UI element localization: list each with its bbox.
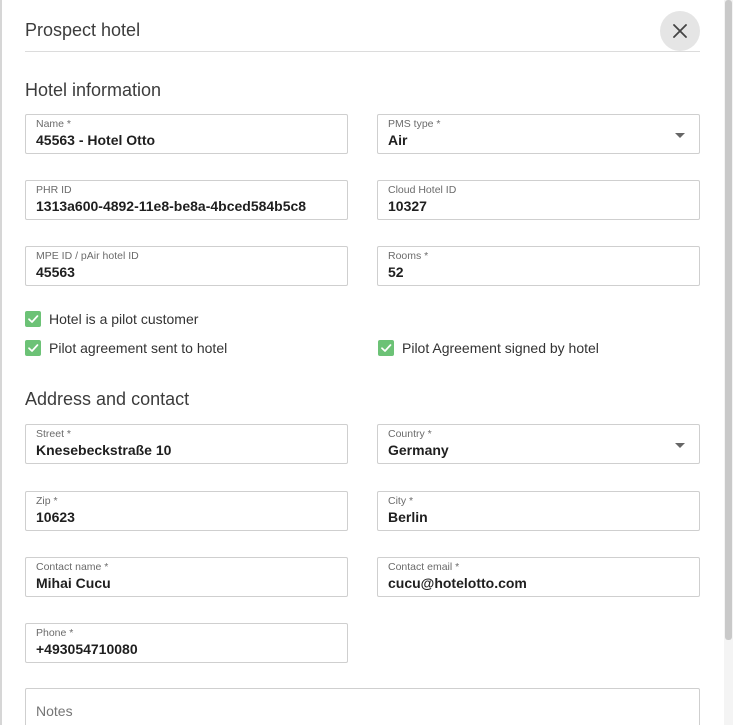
rooms-value[interactable]: 52 bbox=[388, 264, 404, 280]
chevron-down-icon[interactable] bbox=[675, 443, 685, 448]
section-title-address-and-contact: Address and contact bbox=[25, 389, 190, 409]
contact-name-field[interactable]: Contact name * Mihai Cucu bbox=[25, 557, 348, 597]
pms-type-label: PMS type * bbox=[388, 118, 441, 130]
contact-name-value[interactable]: Mihai Cucu bbox=[36, 575, 111, 591]
scrollbar[interactable] bbox=[724, 0, 733, 725]
checkbox-checked[interactable] bbox=[378, 340, 394, 356]
zip-value[interactable]: 10623 bbox=[36, 509, 75, 525]
phone-value[interactable]: +493054710080 bbox=[36, 641, 138, 657]
agreement-signed-checkbox[interactable]: Pilot Agreement signed by hotel bbox=[378, 340, 599, 356]
mpe-id-value[interactable]: 45563 bbox=[36, 264, 75, 280]
check-icon bbox=[28, 344, 39, 352]
mpe-id-label: MPE ID / pAir hotel ID bbox=[36, 250, 139, 262]
pilot-customer-checkbox[interactable]: Hotel is a pilot customer bbox=[25, 311, 198, 327]
dialog-title: Prospect hotel bbox=[25, 20, 141, 40]
window-edge bbox=[0, 0, 2, 725]
country-value[interactable]: Germany bbox=[388, 442, 449, 458]
chevron-down-icon[interactable] bbox=[675, 133, 685, 138]
name-value[interactable]: 45563 - Hotel Otto bbox=[36, 132, 155, 148]
check-icon bbox=[381, 344, 392, 352]
pms-type-select[interactable]: PMS type * Air bbox=[377, 114, 700, 154]
pms-type-value[interactable]: Air bbox=[388, 132, 407, 148]
contact-name-label: Contact name * bbox=[36, 561, 109, 573]
name-field[interactable]: Name * 45563 - Hotel Otto bbox=[25, 114, 348, 154]
cloud-hotel-id-value[interactable]: 10327 bbox=[388, 198, 427, 214]
check-icon bbox=[28, 315, 39, 323]
rooms-label: Rooms * bbox=[388, 250, 429, 262]
mpe-id-field[interactable]: MPE ID / pAir hotel ID 45563 bbox=[25, 246, 348, 286]
notes-placeholder: Notes bbox=[36, 703, 73, 719]
agreement-sent-label: Pilot agreement sent to hotel bbox=[49, 340, 228, 356]
phr-id-value[interactable]: 1313a600-4892-11e8-be8a-4bced584b5c8 bbox=[36, 198, 306, 214]
phone-field[interactable]: Phone * +493054710080 bbox=[25, 623, 348, 663]
title-divider bbox=[25, 51, 700, 52]
zip-field[interactable]: Zip * 10623 bbox=[25, 491, 348, 531]
city-label: City * bbox=[388, 495, 414, 507]
close-button[interactable] bbox=[660, 11, 700, 51]
contact-email-value[interactable]: cucu@hotelotto.com bbox=[388, 575, 527, 591]
rooms-field[interactable]: Rooms * 52 bbox=[377, 246, 700, 286]
pilot-customer-label: Hotel is a pilot customer bbox=[49, 311, 199, 327]
checkbox-checked[interactable] bbox=[25, 311, 41, 327]
phr-id-field[interactable]: PHR ID 1313a600-4892-11e8-be8a-4bced584b… bbox=[25, 180, 348, 220]
checkbox-checked[interactable] bbox=[25, 340, 41, 356]
scrollbar-thumb[interactable] bbox=[725, 0, 732, 640]
contact-email-label: Contact email * bbox=[388, 561, 460, 573]
city-value[interactable]: Berlin bbox=[388, 509, 428, 525]
name-label: Name * bbox=[36, 118, 72, 130]
close-icon bbox=[673, 24, 687, 38]
country-label: Country * bbox=[388, 428, 432, 440]
country-select[interactable]: Country * Germany bbox=[377, 424, 700, 464]
street-value[interactable]: Knesebeckstraße 10 bbox=[36, 442, 171, 458]
section-title-hotel-information: Hotel information bbox=[25, 80, 162, 100]
cloud-hotel-id-label: Cloud Hotel ID bbox=[388, 184, 457, 196]
phr-id-label: PHR ID bbox=[36, 184, 72, 196]
zip-label: Zip * bbox=[36, 495, 58, 507]
city-field[interactable]: City * Berlin bbox=[377, 491, 700, 531]
agreement-signed-label: Pilot Agreement signed by hotel bbox=[402, 340, 599, 356]
street-label: Street * bbox=[36, 428, 72, 440]
phone-label: Phone * bbox=[36, 627, 74, 639]
street-field[interactable]: Street * Knesebeckstraße 10 bbox=[25, 424, 348, 464]
notes-textarea[interactable]: Notes bbox=[25, 688, 700, 725]
agreement-sent-checkbox[interactable]: Pilot agreement sent to hotel bbox=[25, 340, 227, 356]
contact-email-field[interactable]: Contact email * cucu@hotelotto.com bbox=[377, 557, 700, 597]
cloud-hotel-id-field[interactable]: Cloud Hotel ID 10327 bbox=[377, 180, 700, 220]
